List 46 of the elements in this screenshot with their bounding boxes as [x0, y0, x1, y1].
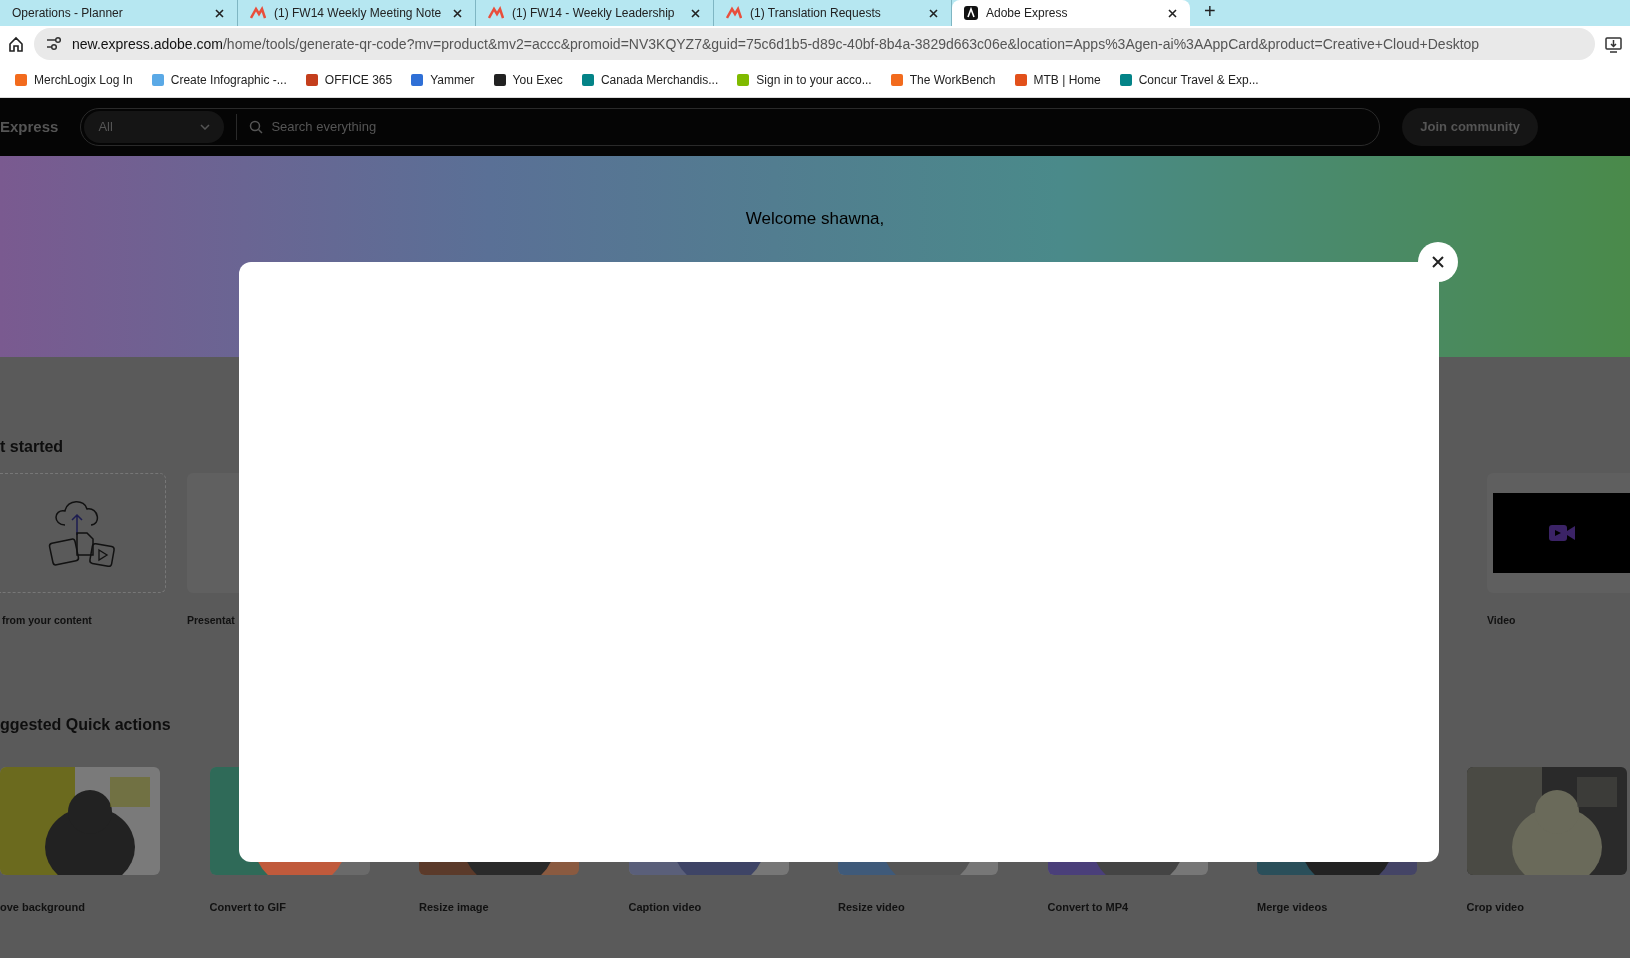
section-title: t started [0, 437, 65, 457]
bookmark-link[interactable]: Canada Merchandis... [580, 70, 719, 89]
address-bar[interactable]: new.express.adobe.com/home/tools/generate-qr-code?mv=product&mv2=accc&promoid=NV3KQYZ7&guid=75c6d1b5-d89c-40bf-8b4a-3829d663c06e&location=Apps%3Agen-ai%3AAppCard&product=Creative+Cloud+Desktop [34, 28, 1595, 60]
action-label: Crop video [1466, 899, 1525, 915]
bookmark-link[interactable]: Create Infographic -... [150, 70, 287, 89]
bookmark-link[interactable]: The WorkBench [889, 70, 996, 89]
close-icon[interactable] [214, 7, 225, 19]
action-label: Convert to MP4 [1047, 899, 1130, 915]
bookmark-link[interactable]: MerchLogix Log In [14, 70, 133, 89]
close-icon [1431, 255, 1445, 269]
close-icon[interactable] [452, 7, 463, 19]
install-icon[interactable] [1605, 35, 1622, 53]
card-label: Presentat [187, 613, 236, 628]
chevron-down-icon [200, 124, 211, 130]
search-icon [249, 120, 264, 134]
section-title: ggested Quick actions [0, 714, 172, 735]
bookmark-link[interactable]: MTB | Home [1013, 70, 1101, 89]
action-label: Caption video [628, 899, 703, 915]
action-label: Merge videos [1257, 899, 1329, 915]
browser-tab[interactable]: Adobe Express [952, 0, 1190, 26]
express-logo-icon [964, 6, 978, 20]
action-label: Resize video [838, 899, 906, 915]
app-icon [250, 6, 266, 20]
close-icon[interactable] [690, 7, 701, 19]
video-camera-icon [1547, 522, 1576, 544]
close-icon[interactable] [1167, 7, 1178, 19]
bookmark-link[interactable]: OFFICE 365 [304, 70, 393, 89]
site-settings-icon[interactable] [46, 36, 62, 52]
url-text: new.express.adobe.com/home/tools/generate-qr-code?mv=product&mv2=accc&promoid=NV3KQYZ7&guid=75c6d1b5-d89c-40bf-8b4a-3829d663c06e&location=Apps%3Agen-ai%3AAppCard&product=Creative+Cloud+Desktop [72, 34, 1480, 54]
card-label: Video [1487, 613, 1517, 628]
bookmark-link[interactable]: Concur Travel & Exp... [1118, 70, 1259, 89]
bookmark-link[interactable]: Sign in to your acco... [736, 70, 872, 89]
action-label: Resize image [419, 899, 490, 915]
bookmark-link[interactable]: Yammer [410, 70, 475, 89]
app-icon [726, 6, 742, 20]
greeting-text: Welcome shawna, [744, 208, 886, 230]
logo-text: Express [0, 116, 59, 137]
close-icon[interactable] [928, 7, 939, 19]
new-tab-button[interactable]: + [1190, 0, 1230, 26]
search-placeholder: Search everything [271, 118, 377, 137]
action-label: Convert to GIF [209, 899, 287, 915]
video-card[interactable] [1487, 473, 1630, 593]
home-icon[interactable] [8, 36, 24, 52]
bookmark-link[interactable]: You Exec [492, 70, 563, 89]
action-label: ove background [0, 899, 86, 915]
app-icon [488, 6, 504, 20]
